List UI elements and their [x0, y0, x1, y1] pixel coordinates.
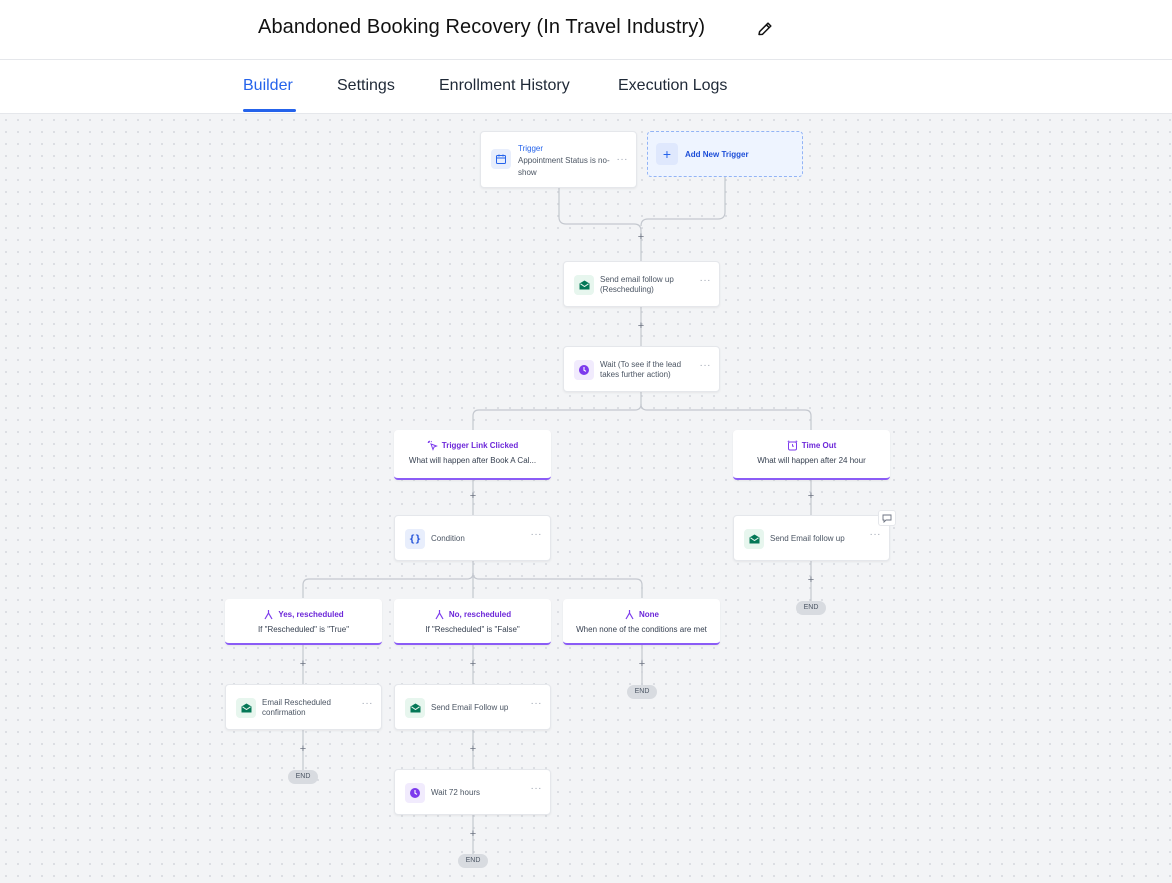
email-rescheduled-confirmation-card[interactable]: Email Rescheduled confirmation ··· [225, 684, 382, 730]
trigger-label: Trigger [518, 144, 544, 153]
email-rescheduled-more-menu[interactable]: ··· [362, 698, 374, 709]
cursor-click-icon [427, 440, 438, 451]
workflow-connectors [302, 177, 812, 854]
send-email-rescheduling-line1: Send email follow up [600, 275, 674, 284]
email-rescheduled-line2: confirmation [262, 708, 306, 717]
send-email-timeout-more-menu[interactable]: ··· [870, 529, 882, 540]
add-new-trigger-button[interactable]: + Add New Trigger [647, 131, 803, 177]
mail-icon [574, 275, 594, 295]
trigger-more-menu[interactable]: ··· [617, 154, 629, 165]
branch-time-out[interactable]: Time Out What will happen after 24 hour [733, 430, 890, 480]
tab-enrollment-history[interactable]: Enrollment History [439, 77, 570, 95]
branch-yes-rescheduled[interactable]: Yes, rescheduled If "Rescheduled" is "Tr… [225, 599, 382, 645]
add-step-plus[interactable]: + [636, 658, 648, 670]
split-icon [435, 610, 444, 620]
workflow-canvas[interactable]: Trigger Appointment Status is no- show ·… [0, 114, 1172, 883]
comment-icon[interactable] [878, 510, 896, 526]
condition-label: Condition [431, 534, 465, 543]
alarm-icon [787, 440, 798, 451]
wait-72-hours-card[interactable]: Wait 72 hours ··· [394, 769, 551, 815]
braces-icon: {} [405, 529, 425, 549]
trigger-condition-line2: show [518, 168, 537, 177]
condition-card[interactable]: {} Condition ··· [394, 515, 551, 561]
branch-time-out-subtitle: What will happen after 24 hour [757, 456, 866, 465]
add-step-plus[interactable]: + [297, 658, 309, 670]
branch-yes-title: Yes, rescheduled [278, 610, 344, 619]
branch-no-title: No, rescheduled [448, 610, 512, 619]
send-email-timeout-card[interactable]: Send Email follow up ··· [733, 515, 890, 561]
add-new-trigger-label: Add New Trigger [685, 150, 749, 159]
mail-icon [744, 529, 764, 549]
tab-settings[interactable]: Settings [337, 77, 395, 95]
add-step-plus[interactable]: + [805, 490, 817, 502]
tab-bar: Builder Settings Enrollment History Exec… [0, 60, 1172, 166]
trigger-card[interactable]: Trigger Appointment Status is no- show ·… [480, 131, 637, 188]
send-email-rescheduling-card[interactable]: Send email follow up (Rescheduling) ··· [563, 261, 720, 307]
add-step-plus[interactable]: + [467, 490, 479, 502]
end-marker: END [458, 854, 488, 868]
branch-yes-subtitle: If "Rescheduled" is "True" [257, 625, 350, 634]
send-email-rescheduling-line2: (Rescheduling) [600, 285, 654, 294]
send-email-rescheduling-more-menu[interactable]: ··· [700, 275, 712, 286]
wait-lead-action-line1: Wait (To see if the lead [600, 360, 682, 369]
add-step-plus[interactable]: + [297, 743, 309, 755]
tab-execution-logs[interactable]: Execution Logs [618, 77, 727, 95]
clock-icon [574, 360, 594, 380]
plus-icon: + [656, 143, 678, 165]
branch-no-subtitle: If "Rescheduled" is "False" [425, 625, 520, 634]
mail-icon [405, 698, 425, 718]
branch-trigger-link-title: Trigger Link Clicked [441, 441, 519, 450]
end-marker: END [288, 770, 318, 784]
edit-icon[interactable] [755, 19, 775, 39]
wait-lead-action-card[interactable]: Wait (To see if the lead takes further a… [563, 346, 720, 392]
branch-time-out-title: Time Out [801, 441, 837, 450]
wait-lead-action-line2: takes further action) [600, 370, 671, 379]
add-step-plus[interactable]: + [805, 574, 817, 586]
email-rescheduled-line1: Email Rescheduled [262, 698, 331, 707]
tab-builder[interactable]: Builder [243, 77, 293, 95]
split-icon [625, 610, 634, 620]
wait-72-hours-more-menu[interactable]: ··· [531, 783, 543, 794]
add-step-plus[interactable]: + [635, 231, 647, 243]
add-step-plus[interactable]: + [467, 743, 479, 755]
send-email-timeout-label: Send Email follow up [770, 534, 845, 543]
add-step-plus[interactable]: + [467, 658, 479, 670]
branch-trigger-link-subtitle: What will happen after Book A Cal... [408, 456, 537, 465]
calendar-icon [491, 149, 511, 169]
branch-none-subtitle: When none of the conditions are met [576, 625, 707, 634]
send-email-followup-no-more-menu[interactable]: ··· [531, 698, 543, 709]
send-email-followup-no-label: Send Email Follow up [431, 703, 509, 712]
trigger-condition-line1: Appointment Status is no- [518, 156, 610, 165]
split-icon [264, 610, 273, 620]
branch-none-title: None [639, 610, 659, 619]
send-email-followup-no-card[interactable]: Send Email Follow up ··· [394, 684, 551, 730]
page-title: Abandoned Booking Recovery (In Travel In… [258, 16, 706, 38]
header-bar: Abandoned Booking Recovery (In Travel In… [0, 0, 1172, 60]
clock-icon [405, 783, 425, 803]
add-step-plus[interactable]: + [635, 320, 647, 332]
branch-no-rescheduled[interactable]: No, rescheduled If "Rescheduled" is "Fal… [394, 599, 551, 645]
condition-more-menu[interactable]: ··· [531, 529, 543, 540]
active-tab-indicator [243, 109, 296, 112]
end-marker: END [796, 601, 826, 615]
end-marker: END [627, 685, 657, 699]
wait-72-hours-label: Wait 72 hours [431, 788, 481, 797]
wait-lead-action-more-menu[interactable]: ··· [700, 360, 712, 371]
add-step-plus[interactable]: + [467, 828, 479, 840]
mail-icon [236, 698, 256, 718]
branch-none[interactable]: None When none of the conditions are met [563, 599, 720, 645]
branch-trigger-link-clicked[interactable]: Trigger Link Clicked What will happen af… [394, 430, 551, 480]
